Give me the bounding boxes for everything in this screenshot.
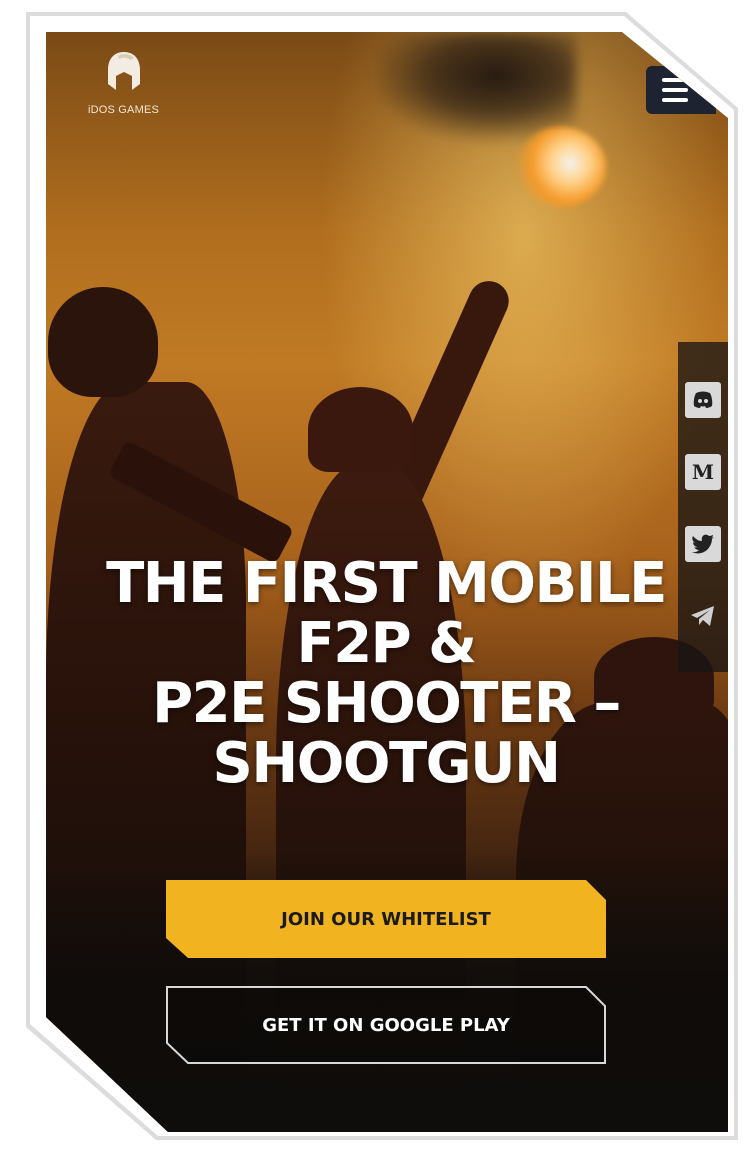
headline-line-3: P2E SHOOTER – (152, 671, 621, 736)
logo-text: iDOS GAMES (87, 104, 160, 116)
soldier-left-head (48, 287, 158, 397)
discord-link[interactable] (685, 382, 721, 418)
twitter-link[interactable] (685, 526, 721, 562)
soldier-middle-head (308, 387, 413, 472)
hero-section: iDOS GAMES M THE FIRST MOBILE F2P & P2E … (46, 32, 728, 1132)
flare-light (516, 127, 606, 207)
brand-logo[interactable]: iDOS GAMES (76, 50, 171, 118)
join-whitelist-button[interactable]: JOIN OUR WHITELIST (166, 880, 606, 958)
twitter-icon (691, 534, 714, 554)
telegram-link[interactable] (685, 598, 721, 634)
telegram-icon (691, 606, 714, 626)
medium-icon: M (691, 460, 715, 484)
headline-line-1: THE FIRST MOBILE (106, 551, 667, 616)
flare-smoke (376, 32, 576, 142)
google-play-button-wrapper: GET IT ON GOOGLE PLAY (166, 986, 606, 1064)
spartan-helmet-icon (107, 52, 140, 90)
discord-icon (693, 391, 713, 408)
headline-line-4: SHOOTGUN (212, 731, 561, 796)
medium-link[interactable]: M (685, 454, 721, 490)
social-links-bar: M (678, 342, 728, 672)
headline-line-2: F2P & (296, 611, 477, 676)
google-play-button[interactable]: GET IT ON GOOGLE PLAY (166, 986, 606, 1064)
hero-headline: THE FIRST MOBILE F2P & P2E SHOOTER – SHO… (96, 554, 676, 794)
